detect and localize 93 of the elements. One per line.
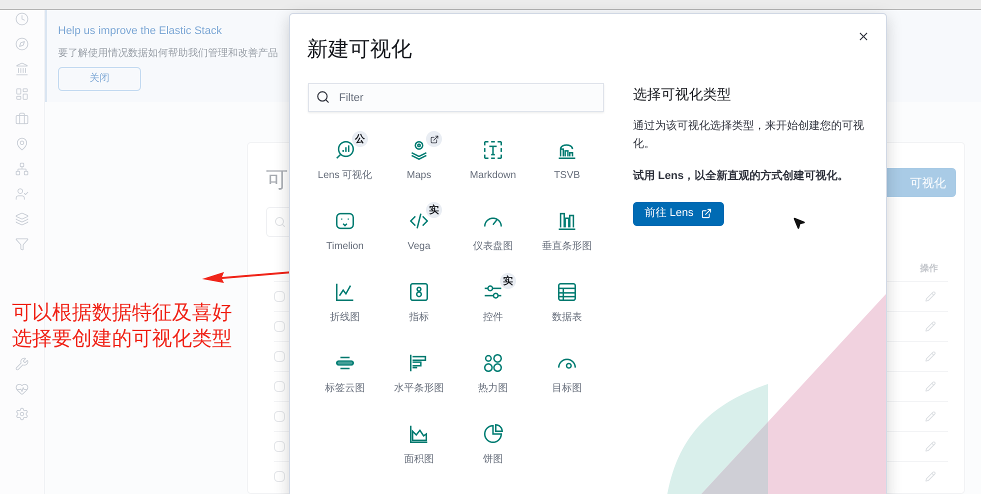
bar-chart-icon: [556, 210, 578, 232]
type-label: 控件: [483, 311, 503, 325]
type-label: 标签云图: [325, 382, 365, 396]
pencil-icon[interactable]: [925, 471, 936, 482]
type-label: Timelion: [326, 240, 364, 254]
type-label: 折线图: [330, 310, 360, 325]
type-label: 数据表: [552, 310, 582, 325]
filter-field[interactable]: Filter: [308, 83, 604, 112]
type-label: TSVB: [554, 169, 580, 183]
lens-promo-text: 试用 Lens，以全新直观的方式创建可视化。: [633, 168, 850, 184]
visualization-type-tile[interactable]: 目标图: [531, 344, 603, 396]
beta-badge: 公: [352, 131, 368, 147]
visualization-type-tile[interactable]: 标签云图: [309, 344, 381, 396]
type-label: Vega: [408, 240, 430, 254]
visualization-type-tile[interactable]: 热力图: [457, 344, 529, 396]
wrench-icon[interactable]: [15, 357, 29, 371]
column-header: 操作: [920, 262, 938, 275]
visualization-type-tile[interactable]: Timelion: [309, 202, 381, 254]
type-label: 指标: [409, 310, 429, 325]
text-frame-icon: [482, 139, 504, 161]
type-label: 热力图: [478, 382, 508, 396]
visualization-type-tile[interactable]: 饼图: [457, 415, 529, 467]
dashboard-icon[interactable]: [15, 87, 29, 101]
pencil-icon[interactable]: [925, 411, 936, 422]
visualization-type-tile[interactable]: Maps: [383, 131, 455, 183]
user-icon[interactable]: [15, 187, 29, 201]
modal-title: 新建可视化: [307, 37, 412, 63]
annotation-text: 可以根据数据特征及喜好: [12, 301, 232, 326]
magnifier-chart-icon: [334, 139, 356, 161]
pencil-icon[interactable]: [925, 441, 936, 452]
type-label: 面积图: [404, 453, 434, 467]
visualization-type-tile[interactable]: 面积图: [383, 415, 455, 467]
map-pin-icon[interactable]: [15, 137, 29, 151]
type-label: 饼图: [483, 453, 503, 467]
row-checkbox[interactable]: [274, 441, 285, 452]
visualization-type-tile[interactable]: 水平条形图: [383, 344, 455, 396]
clock-icon[interactable]: [15, 12, 29, 26]
search-icon: [274, 216, 286, 228]
visualization-type-tile[interactable]: 数据表: [531, 273, 603, 325]
annotation-text: 选择要创建的可视化类型: [12, 327, 232, 352]
info-title: 选择可视化类型: [633, 85, 732, 104]
circles-icon: [482, 352, 504, 374]
network-icon[interactable]: [15, 162, 29, 176]
beta-badge: 实: [500, 273, 516, 289]
briefcase-icon[interactable]: [15, 112, 29, 126]
close-icon[interactable]: [857, 30, 870, 43]
row-checkbox[interactable]: [274, 321, 285, 332]
pencil-icon[interactable]: [925, 321, 936, 332]
type-label: Lens 可视化: [318, 168, 372, 183]
layers-icon[interactable]: [15, 212, 29, 226]
pencil-icon[interactable]: [925, 351, 936, 362]
type-label: 垂直条形图: [542, 240, 592, 254]
table-icon: [556, 281, 578, 303]
pencil-icon[interactable]: [925, 381, 936, 392]
external-link-icon: [701, 208, 712, 219]
compass-icon[interactable]: [15, 37, 29, 51]
page-title: 可: [266, 166, 288, 194]
visualization-type-tile[interactable]: 垂直条形图: [531, 202, 603, 254]
visualization-type-tile[interactable]: TSVB: [531, 131, 603, 183]
visualization-type-tile[interactable]: 指标: [383, 273, 455, 325]
funnel-icon[interactable]: [15, 237, 29, 251]
type-label: 目标图: [552, 382, 582, 396]
type-label: Maps: [406, 169, 432, 183]
metric-icon: [408, 281, 430, 303]
go-to-lens-button[interactable]: 前往 Lens: [633, 202, 724, 226]
row-checkbox[interactable]: [274, 411, 285, 422]
banner-text: 要了解使用情况数据如何帮助我们管理和改善产品: [58, 46, 278, 60]
search-icon: [316, 90, 330, 104]
visualization-type-tile[interactable]: 公 Lens 可视化: [309, 131, 381, 183]
line-chart-icon: [334, 281, 356, 303]
row-checkbox[interactable]: [274, 291, 285, 302]
visualization-type-tile[interactable]: 仪表盘图: [457, 202, 529, 254]
heart-pulse-icon[interactable]: [15, 382, 29, 396]
beta-badge: 实: [426, 202, 442, 218]
type-label: Markdown: [470, 169, 516, 183]
type-label: 仪表盘图: [473, 240, 513, 254]
visualization-type-tile[interactable]: Markdown: [457, 131, 529, 183]
type-label: 水平条形图: [394, 382, 444, 396]
banner-title: Help us improve the Elastic Stack: [58, 24, 222, 39]
settings-icon[interactable]: [15, 407, 29, 421]
row-checkbox[interactable]: [274, 351, 285, 362]
building-icon[interactable]: [15, 62, 29, 76]
mouse-cursor-icon: [792, 216, 806, 230]
info-text: 通过为该可视化选择类型，来开始创建您的可视化。: [633, 118, 865, 152]
pie-chart-icon: [482, 423, 504, 445]
external-link-badge: [426, 131, 442, 147]
pencil-icon[interactable]: [925, 291, 936, 302]
visualization-type-tile[interactable]: 实 控件: [457, 273, 529, 325]
area-chart-icon: [408, 423, 430, 445]
row-checkbox[interactable]: [274, 381, 285, 392]
row-checkbox[interactable]: [274, 471, 285, 482]
visualization-type-tile[interactable]: 折线图: [309, 273, 381, 325]
visualization-type-tile[interactable]: 实 Vega: [383, 202, 455, 254]
